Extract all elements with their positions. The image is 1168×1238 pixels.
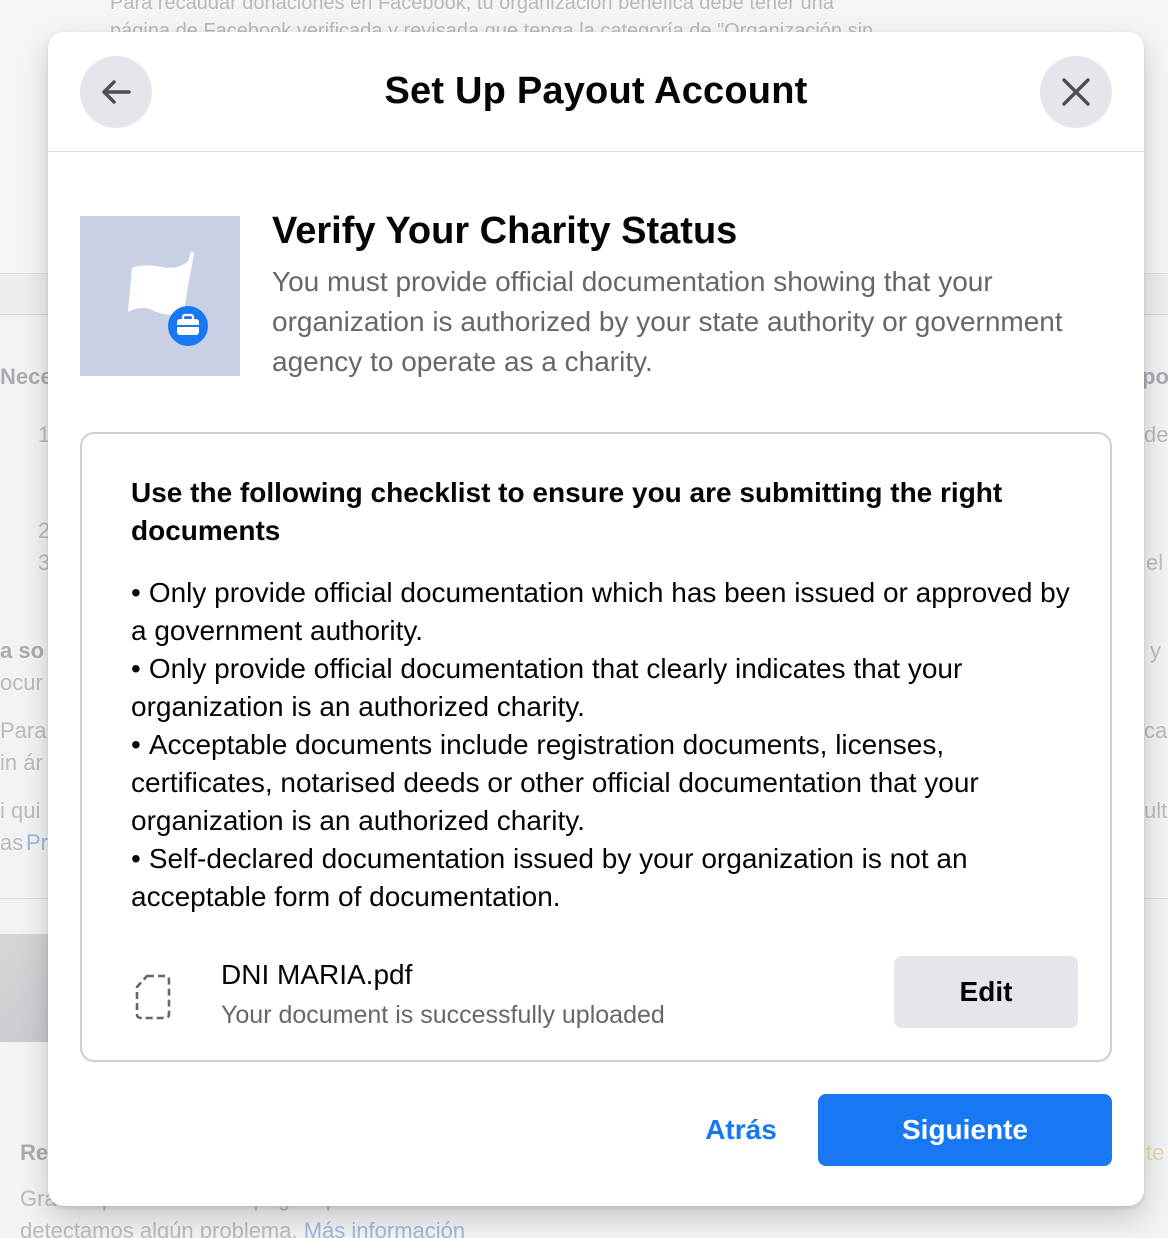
back-button[interactable] (80, 56, 152, 128)
bullet: • (131, 653, 141, 684)
background-fragment: Re (20, 1140, 49, 1165)
background-fragment: ca (1144, 718, 1168, 743)
background-link: Más información (303, 1218, 466, 1238)
bullet: • (131, 729, 141, 760)
checklist-item: • Only provide official documentation whi… (131, 574, 1091, 650)
bullet: • (131, 843, 141, 874)
background-fragment: ult (1144, 798, 1168, 823)
dialog-header: Set Up Payout Account (48, 32, 1144, 152)
arrow-left-icon (102, 80, 131, 104)
checklist-heading: Use the following checklist to ensure yo… (131, 477, 1003, 546)
checklist-item: • Only provide official documentation tha… (131, 650, 1091, 726)
file-name: DNI MARIA.pdf (221, 959, 413, 990)
white-flag-briefcase-icon (128, 252, 208, 346)
background-fragment: a so (0, 638, 45, 663)
background-fragment: y (1150, 638, 1161, 663)
background-fragment: el (1146, 550, 1164, 575)
background-text-line: Para recaudar donaciones en Facebook, tu… (110, 0, 834, 14)
background-fragment: in ár (0, 750, 43, 775)
close-button[interactable] (1040, 56, 1112, 128)
background-fragment: i qui (0, 798, 41, 823)
bullet: • (131, 577, 141, 608)
checklist-item: • Self-declared documentation issued by y… (131, 840, 1091, 916)
checklist-item-text: Only provide official documentation that… (131, 653, 963, 722)
close-icon (1062, 78, 1090, 106)
upload-status: Your document is successfully uploaded (221, 1001, 665, 1029)
background-fragment: te (1146, 1140, 1165, 1165)
section-description: You must provide official documentation … (272, 266, 1063, 377)
background-fragment: po (1142, 364, 1168, 389)
hero-section: Verify Your Charity Status You must prov… (272, 206, 1112, 382)
checklist: • Only provide official documentation whi… (131, 574, 1091, 916)
background-fragment: Nece (0, 364, 53, 389)
checklist-item: • Acceptable documents include registrati… (131, 726, 1091, 840)
dialog-title: Set Up Payout Account (384, 70, 808, 112)
background-text-line: detectamos algún problema. Más informaci… (20, 1218, 465, 1238)
charity-illustration (80, 216, 240, 376)
document-icon (135, 974, 171, 1020)
background-link-fragment: Pr (26, 830, 48, 855)
checklist-item-text: Only provide official documentation whic… (131, 577, 1070, 646)
background-fragment: ocur (0, 670, 43, 695)
edit-document-button[interactable]: Edit (894, 956, 1078, 1028)
payout-setup-dialog: Set Up Payout Account Verify Your Charit… (48, 32, 1144, 1206)
next-button[interactable]: Siguiente (818, 1094, 1112, 1166)
background-fragment: de (1144, 422, 1168, 447)
background-fragment: as (0, 830, 24, 855)
checklist-item-text: Self-declared documentation issued by yo… (131, 843, 968, 912)
section-title: Verify Your Charity Status (272, 210, 738, 252)
checklist-item-text: Acceptable documents include registratio… (131, 729, 979, 836)
background-text: detectamos algún problema. (20, 1218, 304, 1238)
checklist-card: Use the following checklist to ensure yo… (80, 432, 1112, 1062)
back-link-button[interactable]: Atrás (686, 1094, 796, 1166)
background-image (0, 934, 50, 1042)
